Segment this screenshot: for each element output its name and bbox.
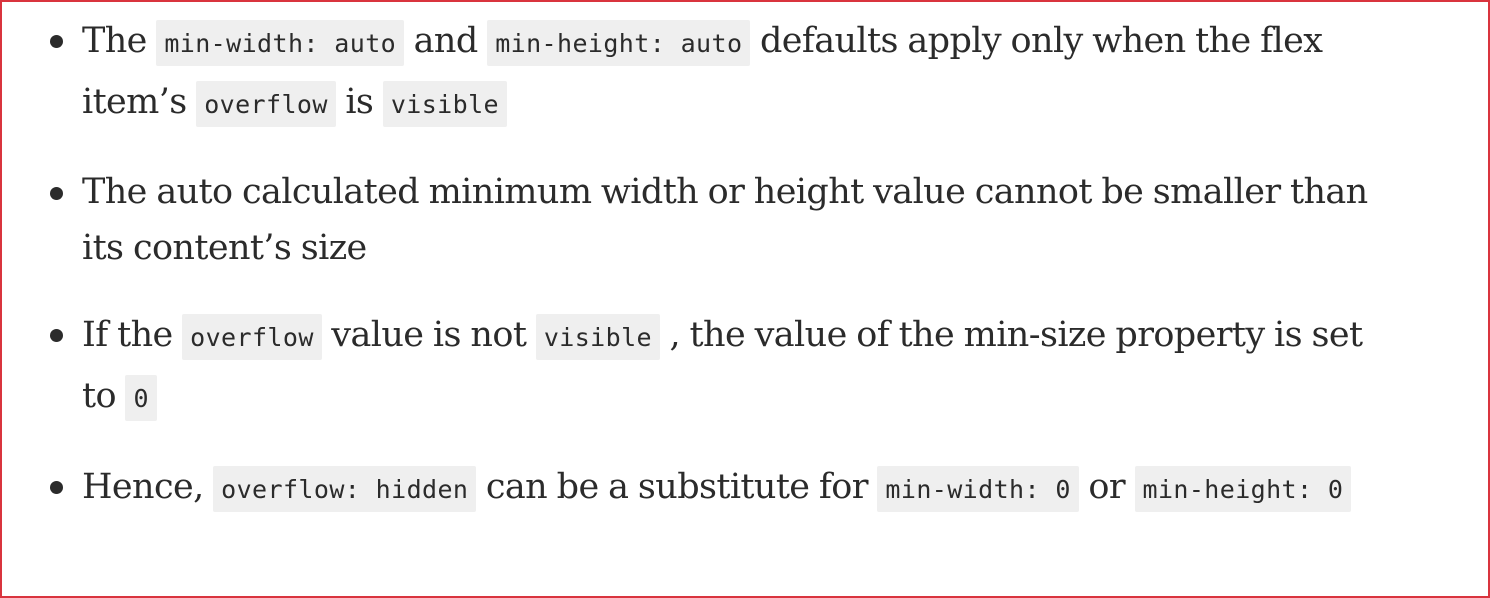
bullet-dot-icon bbox=[50, 187, 63, 200]
inline-code: min-height: 0 bbox=[1134, 466, 1352, 512]
content-frame: The min-width: auto and min-height: auto… bbox=[0, 0, 1490, 598]
bullet-item-min-size-zero: If the overflow value is not visible , t… bbox=[2, 306, 1462, 428]
inline-code: min-width: 0 bbox=[877, 466, 1079, 512]
inline-code: visible bbox=[535, 314, 660, 360]
text-segment: and bbox=[404, 21, 488, 61]
text-segment: is bbox=[335, 82, 383, 122]
bullet-list: The min-width: auto and min-height: auto… bbox=[2, 12, 1462, 549]
bullet-item-overflow-hidden: Hence, overflow: hidden can be a substit… bbox=[2, 458, 1462, 519]
inline-code: min-width: auto bbox=[156, 20, 405, 66]
inline-code: overflow bbox=[182, 314, 322, 360]
bullet-dot-icon bbox=[50, 481, 63, 494]
inline-code: overflow: hidden bbox=[213, 466, 477, 512]
text-segment: Hence, bbox=[82, 467, 214, 507]
bullet-item-content-size: The auto calculated minimum width or hei… bbox=[2, 164, 1462, 276]
inline-code: visible bbox=[382, 81, 507, 127]
text-segment: or bbox=[1078, 467, 1135, 507]
text-segment: If the bbox=[82, 315, 183, 355]
bullet-dot-icon bbox=[50, 329, 63, 342]
inline-code: min-height: auto bbox=[487, 20, 751, 66]
text-segment: can be a substitute for bbox=[476, 467, 878, 507]
text-segment: The bbox=[82, 21, 157, 61]
bullet-dot-icon bbox=[50, 35, 63, 48]
text-segment: value is not bbox=[321, 315, 536, 355]
inline-code: overflow bbox=[196, 81, 336, 127]
inline-code: 0 bbox=[125, 375, 157, 421]
text-segment: The auto calculated minimum width or hei… bbox=[82, 172, 1368, 268]
bullet-item-overflow-defaults: The min-width: auto and min-height: auto… bbox=[2, 12, 1462, 134]
